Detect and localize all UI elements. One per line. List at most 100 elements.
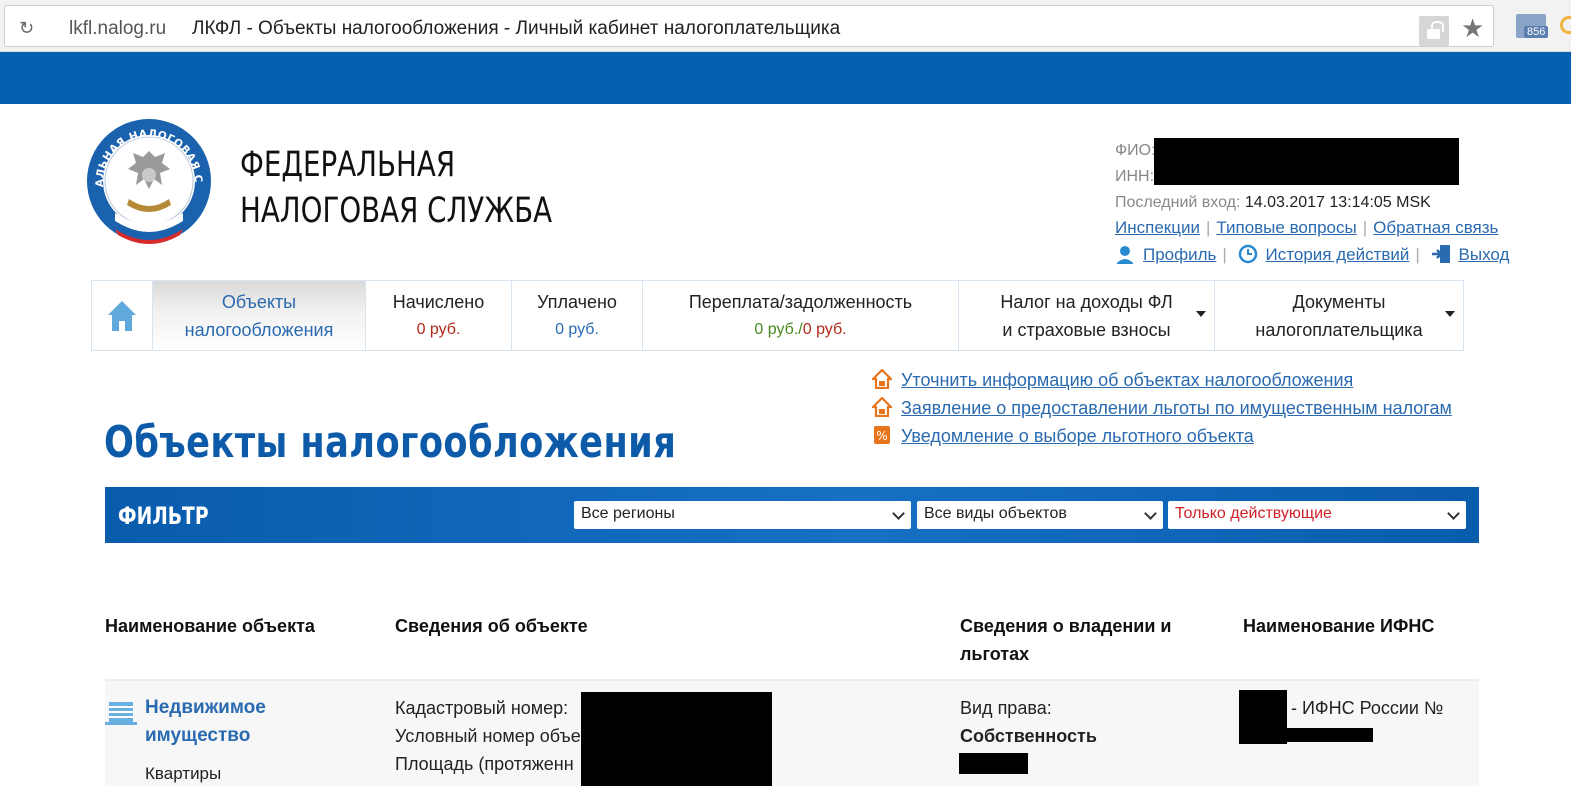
brand-line-2: НАЛОГОВАЯ СЛУЖБА xyxy=(240,191,553,231)
tab-paid-label: Уплачено xyxy=(537,291,617,312)
link-separator: | xyxy=(1222,245,1227,264)
page-title: Объекты налогообложения xyxy=(104,417,677,468)
action-preferential-object[interactable]: % Уведомление о выборе льготного объекта xyxy=(872,422,1452,450)
region-select[interactable]: Все регионы xyxy=(574,501,911,529)
house-edit-icon xyxy=(872,369,892,389)
tab-paid-amount: 0 руб. xyxy=(555,320,599,338)
region-select-value: Все регионы xyxy=(581,505,675,522)
url-host: lkfl.nalog.ru xyxy=(69,18,167,39)
unlock-icon[interactable] xyxy=(1419,16,1449,46)
link-separator: | xyxy=(1415,245,1420,264)
redacted-ifns-code xyxy=(1239,690,1287,744)
overpayment-amount: 0 руб. xyxy=(754,320,799,338)
redacted-ifns-number xyxy=(1287,728,1373,742)
object-subtype: Квартиры xyxy=(145,764,222,783)
link-inspections[interactable]: Инспекции xyxy=(1115,218,1200,237)
chevron-down-icon xyxy=(892,507,905,520)
home-icon xyxy=(108,300,136,331)
object-name-link[interactable]: Недвижимое имущество xyxy=(145,694,266,750)
browser-page-title: ЛКФЛ - Объекты налогообложения - Личный … xyxy=(192,18,841,39)
cadastral-number-label: Кадастровый номер: xyxy=(395,698,569,718)
action-clarify-info[interactable]: Уточнить информацию об объектах налогооб… xyxy=(872,366,1452,394)
address-bar[interactable]: ↻ lkfl.nalog.ru ЛКФЛ - Объекты налогообл… xyxy=(4,5,1494,47)
status-select[interactable]: Только действующие xyxy=(1168,501,1466,529)
mail-badge: 856 xyxy=(1524,26,1549,38)
redacted-object-details xyxy=(581,692,772,786)
column-header-object-info: Сведения об объекте xyxy=(395,616,588,636)
object-type-select-value: Все виды объектов xyxy=(924,505,1067,522)
last-login-value: 14.03.2017 13:14:05 MSK xyxy=(1244,194,1431,211)
house-benefit-icon xyxy=(872,397,892,417)
tab-income-tax-line2: и страховые взносы xyxy=(1002,319,1171,340)
tab-documents-line2: налогоплательщика xyxy=(1255,319,1423,340)
tab-tax-objects[interactable]: Объекты налогообложения xyxy=(153,281,366,350)
link-feedback[interactable]: Обратная связь xyxy=(1373,218,1498,237)
action-benefit-application-label[interactable]: Заявление о предоставлении льготы по иму… xyxy=(901,398,1452,418)
profile-icon xyxy=(1116,246,1134,264)
history-icon xyxy=(1238,244,1257,264)
history-link[interactable]: История действий xyxy=(1266,245,1410,264)
chevron-down-icon xyxy=(1447,507,1460,520)
logout-link[interactable]: Выход xyxy=(1459,245,1510,264)
column-header-ifns: Наименование ИФНС xyxy=(1243,616,1435,636)
fns-emblem-icon[interactable]: ФЕДЕРАЛЬНАЯ НАЛОГОВАЯ СЛУЖБА xyxy=(85,117,213,247)
last-login: Последний вход: 14.03.2017 13:14:05 MSK xyxy=(1115,190,1431,216)
reload-icon[interactable]: ↻ xyxy=(19,18,34,39)
action-preferential-object-label[interactable]: Уведомление о выборе льготного объекта xyxy=(901,426,1254,446)
tab-income-tax[interactable]: Налог на доходы ФЛ и страховые взносы xyxy=(959,281,1215,350)
redacted-name-block xyxy=(1154,138,1459,185)
right-type-value: Собственность xyxy=(960,726,1097,746)
brand-line-1: ФЕДЕРАЛЬНАЯ xyxy=(240,145,456,185)
main-tabs: Объекты налогообложения Начислено 0 руб.… xyxy=(91,280,1464,351)
area-label: Площадь (протяженн xyxy=(395,754,574,774)
object-type-select[interactable]: Все виды объектов xyxy=(917,501,1163,529)
chevron-down-icon xyxy=(1144,507,1157,520)
chevron-down-icon xyxy=(1445,311,1455,317)
tab-income-tax-line1: Налог на доходы ФЛ xyxy=(1000,291,1173,312)
action-clarify-info-label[interactable]: Уточнить информацию об объектах налогооб… xyxy=(901,370,1353,390)
svg-text:%: % xyxy=(876,429,887,443)
action-links: Уточнить информацию об объектах налогооб… xyxy=(872,366,1452,450)
link-faq[interactable]: Типовые вопросы xyxy=(1216,218,1356,237)
ifns-name: - ИФНС России № xyxy=(1291,698,1444,718)
browser-toolbar: ↻ lkfl.nalog.ru ЛКФЛ - Объекты налогообл… xyxy=(0,0,1571,52)
tab-accrued-amount: 0 руб. xyxy=(416,320,461,338)
column-header-ownership-line2: льготах xyxy=(960,644,1030,664)
logout-icon xyxy=(1431,245,1450,263)
top-blue-stripe xyxy=(0,52,1571,104)
link-separator: | xyxy=(1205,218,1211,237)
status-select-value: Только действующие xyxy=(1175,505,1332,522)
building-icon xyxy=(105,702,137,725)
redacted-share xyxy=(959,753,1028,774)
debt-amount: 0 руб. xyxy=(802,320,847,338)
tab-overpayment-debt[interactable]: Переплата/задолженность 0 руб./0 руб. xyxy=(643,281,959,350)
bookmark-star-icon[interactable]: ★ xyxy=(1461,14,1484,44)
tab-overpayment-label: Переплата/задолженность xyxy=(688,291,913,312)
tab-accrued[interactable]: Начислено 0 руб. xyxy=(366,281,512,350)
object-name-line1: Недвижимое xyxy=(145,697,266,718)
action-benefit-application[interactable]: Заявление о предоставлении льготы по иму… xyxy=(872,394,1452,422)
conditional-number-label: Условный номер объе xyxy=(395,726,581,746)
extension-icon[interactable] xyxy=(1560,16,1571,34)
tab-paid[interactable]: Уплачено 0 руб. xyxy=(512,281,643,350)
column-header-ownership-line1: Сведения о владении и xyxy=(960,616,1172,636)
tab-documents-line1: Документы xyxy=(1292,291,1386,312)
tab-tax-objects-line2: налогообложения xyxy=(184,319,334,340)
link-separator: | xyxy=(1362,218,1368,237)
profile-link[interactable]: Профиль xyxy=(1143,245,1216,264)
filter-label: ФИЛЬТР xyxy=(118,502,209,530)
tab-overpayment-amount: 0 руб./0 руб. xyxy=(754,316,846,344)
tab-documents[interactable]: Документы налогоплательщика xyxy=(1215,281,1463,350)
chevron-down-icon xyxy=(1196,311,1206,317)
brand-title: ФЕДЕРАЛЬНАЯ НАЛОГОВАЯ СЛУЖБА xyxy=(240,142,552,234)
tab-accrued-label: Начислено xyxy=(392,291,485,312)
right-type-label: Вид права: xyxy=(960,698,1052,718)
tab-tax-objects-line1: Объекты xyxy=(221,291,297,312)
tab-home[interactable] xyxy=(92,281,153,350)
column-header-object-name: Наименование объекта xyxy=(105,616,315,636)
filter-bar: ФИЛЬТР Все регионы Все виды объектов Тол… xyxy=(105,487,1479,543)
object-name-line2: имущество xyxy=(145,725,251,746)
column-header-ownership: Сведения о владении и льготах xyxy=(960,612,1172,668)
percent-document-icon: % xyxy=(874,426,890,444)
header-links: Инспекции | Типовые вопросы | Обратная связь xyxy=(1115,218,1498,238)
